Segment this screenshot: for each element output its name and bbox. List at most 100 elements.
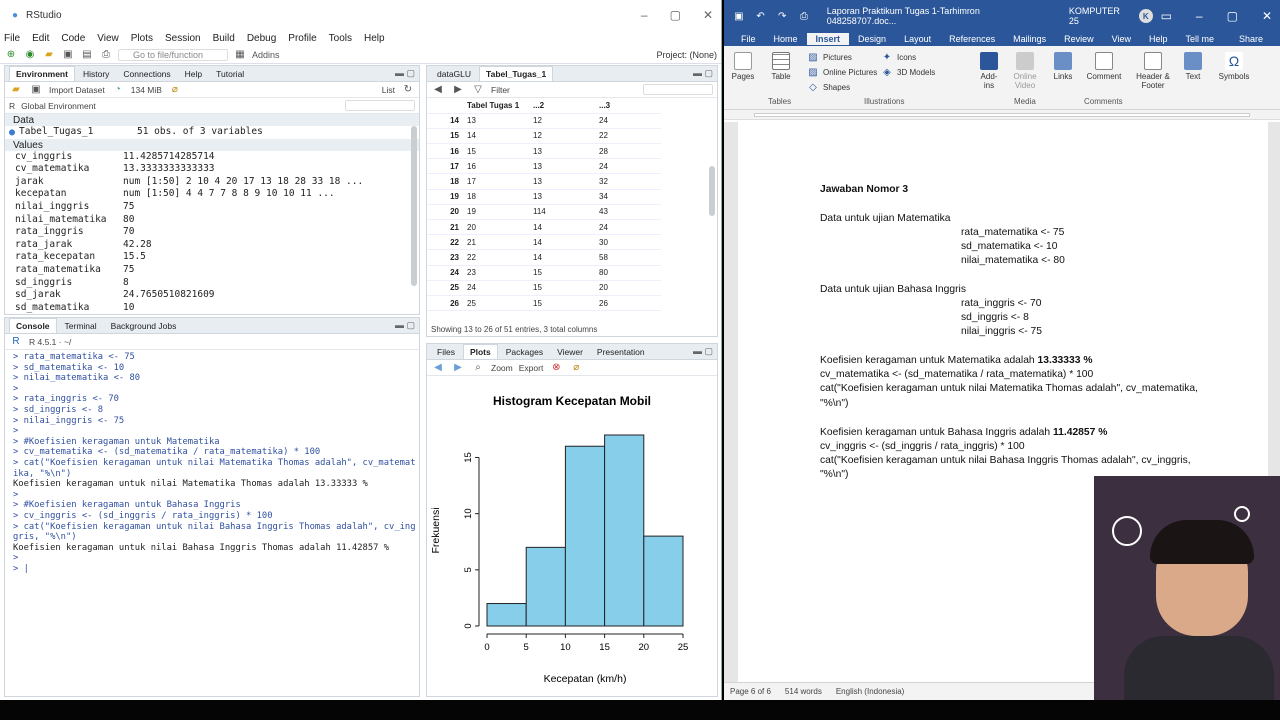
pages-button[interactable]: Pages	[730, 52, 756, 81]
tab-plots[interactable]: Plots	[462, 344, 498, 359]
minimize-pane-icon[interactable]: ▬	[395, 68, 407, 78]
menu-item-view[interactable]: View	[97, 33, 119, 44]
undo-icon[interactable]: ↶	[754, 9, 768, 23]
open-file-icon[interactable]: ▰	[42, 48, 56, 62]
env-row[interactable]: kecepatan num [1:50] 4 4 7 7 8 8 9 10 10 …	[5, 188, 419, 201]
tab-environment[interactable]: Environment	[9, 66, 75, 81]
viewer-scrollbar[interactable]	[709, 166, 715, 216]
menu-item-profile[interactable]: Profile	[288, 33, 316, 44]
tab-background-jobs[interactable]: Background Jobs	[105, 319, 183, 333]
column-header[interactable]: ...3	[595, 98, 661, 114]
zoom-button[interactable]: Zoom	[491, 363, 513, 373]
menu-item-help[interactable]: Help	[364, 33, 385, 44]
env-row[interactable]: sd_matematika 10	[5, 302, 419, 314]
word-tab-view[interactable]: View	[1103, 33, 1140, 45]
broom-icon[interactable]: ⌀	[168, 83, 182, 97]
expand-icon[interactable]: ●	[5, 126, 19, 140]
filter-icon[interactable]: ▽	[471, 83, 485, 97]
maximize-pane-icon[interactable]: ▢	[704, 346, 713, 356]
menu-item-debug[interactable]: Debug	[247, 33, 276, 44]
tab-presentation[interactable]: Presentation	[591, 345, 651, 359]
env-row[interactable]: nilai_matematika 80	[5, 214, 419, 227]
maximize-pane-icon[interactable]: ▢	[406, 320, 415, 330]
zoom-icon[interactable]: ⌕	[471, 361, 485, 375]
prev-plot-icon[interactable]: ◀	[431, 361, 445, 375]
3d-models-button[interactable]: ◈ 3D Models	[880, 65, 935, 79]
env-row[interactable]: sd_inggris 8	[5, 277, 419, 290]
minimize-icon[interactable]: –	[1196, 9, 1203, 23]
pictures-button[interactable]: ▨ Pictures	[806, 50, 852, 64]
word-tab-mailings[interactable]: Mailings	[1004, 33, 1055, 45]
word-tab-help[interactable]: Help	[1140, 33, 1177, 45]
word-tab-layout[interactable]: Layout	[895, 33, 940, 45]
menu-item-plots[interactable]: Plots	[131, 33, 153, 44]
word-tab-insert[interactable]: Insert	[806, 33, 850, 45]
header-footer-button[interactable]: Header & Footer	[1132, 52, 1174, 90]
project-menu[interactable]: Project: (None)	[656, 50, 717, 60]
save-icon[interactable]: ▣	[732, 9, 746, 23]
clear-plots-icon[interactable]: ⌀	[569, 361, 583, 375]
menu-item-edit[interactable]: Edit	[32, 33, 49, 44]
minimize-pane-icon[interactable]: ▬	[395, 320, 407, 330]
env-row[interactable]: jarak num [1:50] 2 10 4 20 17 13 18 28 33…	[5, 176, 419, 189]
column-header[interactable]: ...2	[529, 98, 595, 114]
word-tab-review[interactable]: Review	[1055, 33, 1103, 45]
env-row[interactable]: rata_jarak 42.28	[5, 239, 419, 252]
new-file-icon[interactable]: ⊕	[4, 48, 18, 62]
environment-search-input[interactable]	[345, 100, 415, 111]
maximize-icon[interactable]: ▢	[1227, 9, 1238, 23]
tab-viewer[interactable]: Viewer	[551, 345, 589, 359]
tab-connections[interactable]: Connections	[117, 67, 176, 81]
menu-item-file[interactable]: File	[4, 33, 20, 44]
scope-select[interactable]: Global Environment	[21, 101, 96, 111]
env-row[interactable]: cv_matematika 13.3333333333333	[5, 163, 419, 176]
save-icon[interactable]: ▣	[61, 48, 75, 62]
menu-item-tools[interactable]: Tools	[329, 33, 352, 44]
maximize-icon[interactable]: ▢	[670, 8, 681, 22]
next-plot-icon[interactable]: ▶	[451, 361, 465, 375]
env-row[interactable]: rata_matematika 75	[5, 264, 419, 277]
addins-button[interactable]: Add-ins	[976, 52, 1002, 90]
env-row[interactable]: rata_kecepatan 15.5	[5, 251, 419, 264]
filter-button[interactable]: Filter	[491, 85, 510, 95]
word-count[interactable]: 514 words	[785, 687, 822, 696]
env-row[interactable]: nilai_inggris 75	[5, 201, 419, 214]
online-pictures-button[interactable]: ▨ Online Pictures	[806, 65, 877, 79]
tab-files[interactable]: Files	[431, 345, 461, 359]
language-status[interactable]: English (Indonesia)	[836, 687, 904, 696]
ribbon-display-icon[interactable]: ▭	[1161, 9, 1172, 23]
maximize-pane-icon[interactable]: ▢	[704, 68, 713, 78]
environment-scrollbar[interactable]	[411, 126, 417, 286]
page-count[interactable]: Page 6 of 6	[730, 687, 771, 696]
print-preview-icon[interactable]: ⎙	[797, 9, 811, 23]
console-output[interactable]: > rata_matematika <- 75 > sd_matematika <…	[5, 350, 419, 576]
symbols-button[interactable]: Ω Symbols	[1214, 52, 1254, 81]
memory-usage[interactable]: 134 MiB	[131, 85, 162, 95]
online-video-button[interactable]: Online Video	[1008, 52, 1042, 90]
menu-item-session[interactable]: Session	[165, 33, 201, 44]
viewer-search-input[interactable]	[643, 84, 713, 95]
text-button[interactable]: Text	[1180, 52, 1206, 81]
goto-file-input[interactable]: Go to file/function	[118, 48, 228, 61]
tab-packages[interactable]: Packages	[500, 345, 549, 359]
icons-button[interactable]: ✦ Icons	[880, 50, 916, 64]
save-all-icon[interactable]: ▤	[80, 48, 94, 62]
new-project-icon[interactable]: ◉	[23, 48, 37, 62]
import-dataset-button[interactable]: Import Dataset	[49, 85, 105, 95]
links-button[interactable]: Links	[1050, 52, 1076, 81]
env-row[interactable]: cv_inggris 11.4285714285714	[5, 151, 419, 164]
word-tab-share[interactable]: Share	[1230, 33, 1272, 45]
env-row[interactable]: ● Tabel_Tugas_1 51 obs. of 3 variables	[5, 126, 419, 139]
minimize-pane-icon[interactable]: ▬	[693, 346, 705, 356]
user-avatar[interactable]: K	[1138, 9, 1153, 23]
maximize-pane-icon[interactable]: ▢	[406, 68, 415, 78]
minimize-pane-icon[interactable]: ▬	[693, 68, 705, 78]
close-icon[interactable]: ✕	[1262, 9, 1272, 23]
word-tab-references[interactable]: References	[940, 33, 1004, 45]
tab-dataglu[interactable]: dataGLU	[431, 67, 477, 81]
column-header[interactable]: Tabel Tugas 1	[463, 98, 529, 114]
minimize-icon[interactable]: –	[641, 8, 648, 22]
shapes-button[interactable]: ◇ Shapes	[806, 80, 850, 94]
table-button[interactable]: Table	[768, 52, 794, 81]
menu-item-build[interactable]: Build	[213, 33, 235, 44]
